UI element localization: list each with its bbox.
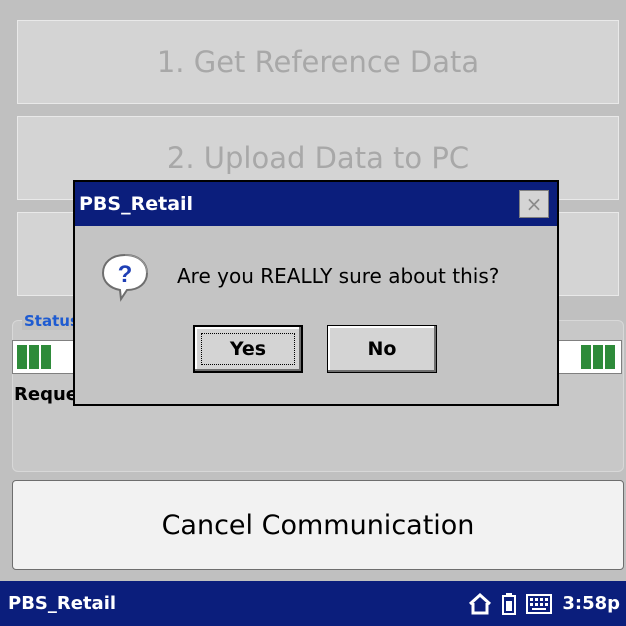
system-tray: 3:58p (468, 592, 620, 615)
progress-segment (29, 345, 39, 369)
get-reference-data-label: 1. Get Reference Data (156, 45, 480, 79)
close-icon: × (525, 192, 543, 216)
progress-segment (17, 345, 27, 369)
battery-icon[interactable] (502, 592, 517, 615)
taskbar: PBS_Retail 3:58p (0, 581, 626, 626)
get-reference-data-button[interactable]: 1. Get Reference Data (17, 20, 619, 104)
question-icon: ? (101, 253, 149, 302)
dialog-title-bar[interactable]: PBS_Retail × (75, 182, 557, 226)
progress-segment (581, 345, 591, 369)
progress-segment (593, 345, 603, 369)
yes-button[interactable]: Yes (193, 325, 303, 373)
no-button[interactable]: No (327, 325, 437, 373)
upload-data-label: 2. Upload Data to PC (166, 141, 470, 175)
home-icon[interactable] (468, 592, 492, 615)
cancel-communication-label: Cancel Communication (161, 509, 475, 541)
focus-rect (201, 333, 295, 365)
no-label: No (367, 338, 397, 360)
svg-text:?: ? (118, 261, 133, 288)
progress-segment (41, 345, 51, 369)
confirm-dialog: PBS_Retail × ? Are you REALLY sure about… (73, 180, 559, 406)
cancel-communication-button[interactable]: Cancel Communication (12, 480, 624, 570)
dialog-message: Are you REALLY sure about this? (177, 264, 500, 288)
keyboard-icon[interactable] (526, 593, 553, 614)
clock[interactable]: 3:58p (562, 593, 620, 614)
dialog-title: PBS_Retail (79, 193, 194, 215)
taskbar-app-name[interactable]: PBS_Retail (8, 593, 116, 614)
close-button[interactable]: × (519, 190, 549, 218)
progress-segment (605, 345, 615, 369)
